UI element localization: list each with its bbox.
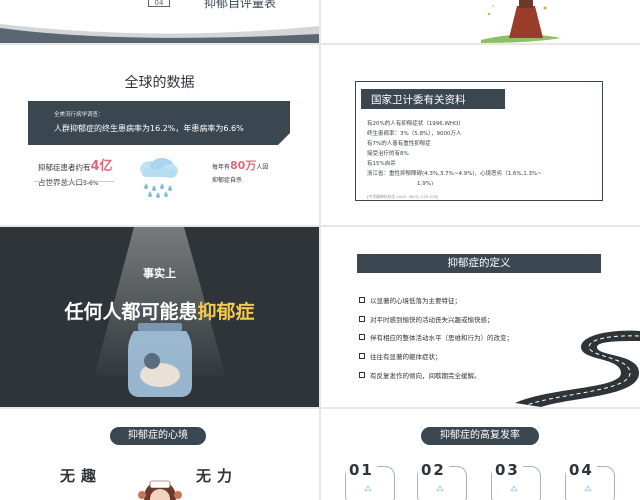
patients-label: 抑郁症患者约有 xyxy=(38,163,91,172)
source-note: [中华精神科杂志 2005, 38(4): 229-236] xyxy=(367,194,439,199)
card-number: 03 xyxy=(492,461,523,479)
relapse-card-4: 04 ⁂ xyxy=(565,461,615,500)
info-line: 有7%的人患有重性抑郁症 xyxy=(367,141,431,147)
info-line: 有20%的人有抑郁症状（1996,WHO） xyxy=(367,121,464,127)
checkbox-icon xyxy=(359,315,365,322)
slide-4[interactable]: 国家卫计委有关资料 有20%的人有抑郁症状（1996,WHO） 终生患病率：3%… xyxy=(321,45,640,225)
suicide-label-c: 抑郁症自杀 xyxy=(212,177,243,184)
card-number: 02 xyxy=(418,461,449,479)
slide-7[interactable]: 抑郁症的心境 无趣 无力 xyxy=(0,409,319,500)
slide-title: 全球的数据 xyxy=(124,75,195,91)
relapse-card-1: 01 ⁂ xyxy=(345,461,395,500)
info-heading: 国家卫计委有关资料 xyxy=(361,89,505,109)
corner-fold xyxy=(277,132,291,146)
list-item-text: 有反复发作的倾向，间歇期完全缓解。 xyxy=(370,371,481,380)
section-number: 04 xyxy=(148,0,170,7)
checkbox-icon xyxy=(359,353,365,360)
slide-2[interactable] xyxy=(321,0,640,43)
road-illustration xyxy=(515,330,640,407)
definition-heading: 抑郁症的定义 xyxy=(357,254,601,273)
info-line: 1.9%) xyxy=(417,181,434,187)
list-item: 以显著的心境低落为主要特征； xyxy=(359,291,513,310)
rain-icon: ⁂ xyxy=(584,485,592,494)
slide-5[interactable]: 事实上 任何人都可能患抑郁症 xyxy=(0,227,319,407)
list-item-text: 往往有显著的躯体症状； xyxy=(370,353,442,362)
wave-decoration xyxy=(0,24,319,43)
list-item-text: 以显著的心境低落为主要特征； xyxy=(370,297,461,306)
suicide-value: 80万 xyxy=(230,159,257,172)
slide-3[interactable]: 全球的数据 全美流行病学调查： 人群抑郁症的终生患病率为16.2%，年患病率为6… xyxy=(0,45,319,225)
headline-highlight: 抑郁症 xyxy=(197,301,255,323)
divider-line xyxy=(34,181,114,182)
suicide-label-b: 人因 xyxy=(256,164,269,171)
list-item-text: 对平时感到愉快的活动丧失兴趣或愉快感； xyxy=(370,315,494,324)
mood-word-2: 无力 xyxy=(196,467,239,485)
slide-1[interactable]: 04 抑郁自评量表 xyxy=(0,0,319,43)
list-item: 有反复发作的倾向，间歇期完全缓解。 xyxy=(359,365,513,384)
list-item: 伴有相应的整体活动水平（思维和行为）的改变； xyxy=(359,328,513,347)
survey-band: 全美流行病学调查： 人群抑郁症的终生患病率为16.2%，年患病率为6.6% xyxy=(28,101,291,146)
population-label: 占世界总人口 xyxy=(38,178,83,187)
info-body: 有20%的人有抑郁症状（1996,WHO） 终生患病率：3%（5.8%），900… xyxy=(367,119,542,189)
suicide-label-a: 每年有 xyxy=(212,164,231,171)
rain-cloud-icon xyxy=(140,158,178,198)
slide-8[interactable]: 抑郁症的高复发率 01 ⁂ 02 ⁂ 03 ⁂ 04 ⁂ xyxy=(321,409,640,500)
mood-heading: 抑郁症的心境 xyxy=(110,427,206,445)
fact-headline: 任何人都可能患抑郁症 xyxy=(0,297,319,324)
rain-icon: ⁂ xyxy=(436,485,444,494)
card-number: 01 xyxy=(346,461,377,479)
relapse-card-2: 02 ⁂ xyxy=(417,461,467,500)
rain-icon: ⁂ xyxy=(364,485,372,494)
rain-icon: ⁂ xyxy=(510,485,518,494)
mood-word-1: 无趣 xyxy=(60,467,103,485)
survey-label: 全美流行病学调查： xyxy=(54,112,104,118)
slide-6[interactable]: 抑郁症的定义 以显著的心境低落为主要特征； 对平时感到愉快的活动丧失兴趣或愉快感… xyxy=(321,227,640,407)
info-line: 浙江省：重性抑郁障碍(4.3%,3.7%~4.9%)、心境恶劣（1.6%,1.3… xyxy=(367,171,542,177)
girl-illustration xyxy=(481,0,561,43)
info-line: 接受治疗的有8% xyxy=(367,151,409,157)
headline-text: 任何人都可能患 xyxy=(64,301,198,323)
checkbox-icon xyxy=(359,334,365,341)
list-item-text: 伴有相应的整体活动水平（思维和行为）的改变； xyxy=(370,334,513,343)
patients-stat: 抑郁症患者约有4亿 占世界总人口5-6% xyxy=(34,159,114,191)
info-line: 终生患病率：3%（5.8%），9000万人 xyxy=(367,131,462,137)
checkbox-icon xyxy=(359,371,365,378)
card-number: 04 xyxy=(566,461,597,479)
checkbox-icon xyxy=(359,297,365,304)
relapse-heading: 抑郁症的高复发率 xyxy=(421,427,539,445)
fact-label: 事实上 xyxy=(143,267,176,280)
survey-text: 人群抑郁症的终生患病率为16.2%，年患病率为6.6% xyxy=(54,124,244,133)
list-item: 对平时感到愉快的活动丧失兴趣或愉快感； xyxy=(359,310,513,329)
girl-face-illustration xyxy=(138,480,182,500)
relapse-card-3: 03 ⁂ xyxy=(491,461,541,500)
info-line: 有15%自杀 xyxy=(367,161,396,167)
section-title: 抑郁自评量表 xyxy=(204,0,277,10)
suicide-stat: 每年有80万人因 抑郁症自杀 xyxy=(212,159,268,187)
definition-list: 以显著的心境低落为主要特征； 对平时感到愉快的活动丧失兴趣或愉快感； 伴有相应的… xyxy=(359,291,513,384)
patients-value: 4亿 xyxy=(90,159,113,174)
list-item: 往往有显著的躯体症状； xyxy=(359,347,513,366)
